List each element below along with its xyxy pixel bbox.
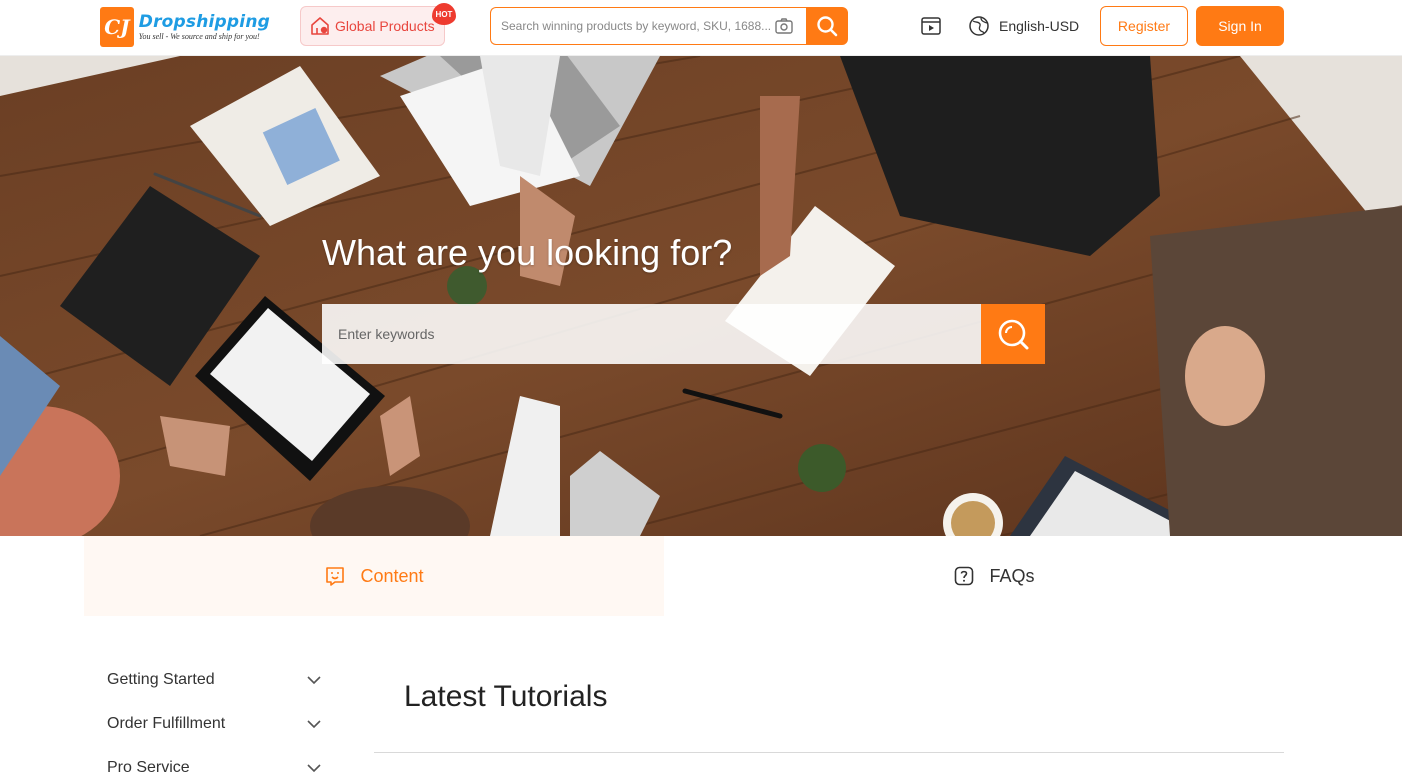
tab-faqs-label: FAQs [989,565,1035,586]
sidebar-item-label: Pro Service [107,759,190,776]
search-icon [998,319,1029,350]
tab-content-label: Content [360,565,424,586]
hot-badge: HOT [432,3,456,25]
chevron-down-icon [307,720,321,729]
sidebar-item-order-fulfillment[interactable]: Order Fulfillment [107,712,323,736]
header-search-input[interactable] [490,7,808,45]
top-header: CJ Dropshipping You sell - We source and… [0,0,1402,56]
header-search-button[interactable] [806,7,848,45]
logo-tagline: You sell - We source and ship for you! [138,31,260,41]
signin-button[interactable]: Sign In [1196,6,1284,46]
chevron-down-icon [307,676,321,685]
sidebar-item-pro-service[interactable]: Pro Service [107,756,323,780]
hero-title: What are you looking for? [322,232,733,273]
language-label: English-USD [999,18,1080,34]
chevron-down-icon [307,764,321,773]
camera-icon[interactable] [774,16,794,36]
store-icon [311,17,329,35]
search-icon [817,16,838,37]
logo-title: Dropshipping [138,11,270,32]
header-search [490,7,848,45]
tab-content[interactable]: Content [84,536,664,616]
language-selector[interactable]: English-USD [968,14,1079,38]
sidebar-item-label: Getting Started [107,671,215,688]
logo-text: Dropshipping You sell - We source and sh… [138,11,270,42]
question-icon [955,566,974,586]
globe-icon [969,16,989,36]
cj-logo[interactable]: CJ Dropshipping You sell - We source and… [100,6,270,48]
hero-search-button[interactable] [981,304,1045,364]
video-icon[interactable] [920,15,942,37]
global-products-button[interactable]: Global Products HOT [300,3,456,46]
section-divider [374,752,1284,753]
global-products-label: Global Products [335,18,435,34]
register-button[interactable]: Register [1100,6,1188,46]
sidebar-item-label: Order Fulfillment [107,715,226,732]
tab-faqs[interactable]: FAQs [664,536,1324,616]
sidebar-item-getting-started[interactable]: Getting Started [107,668,323,692]
hero-background-image [0,56,1402,536]
logo-mark: CJ [100,7,134,47]
hero-search-input[interactable] [322,304,982,364]
hero-banner: What are you looking for? [0,56,1402,536]
content-icon [326,567,345,586]
hero-search [322,304,1045,364]
latest-tutorials-title: Latest Tutorials [404,680,608,713]
